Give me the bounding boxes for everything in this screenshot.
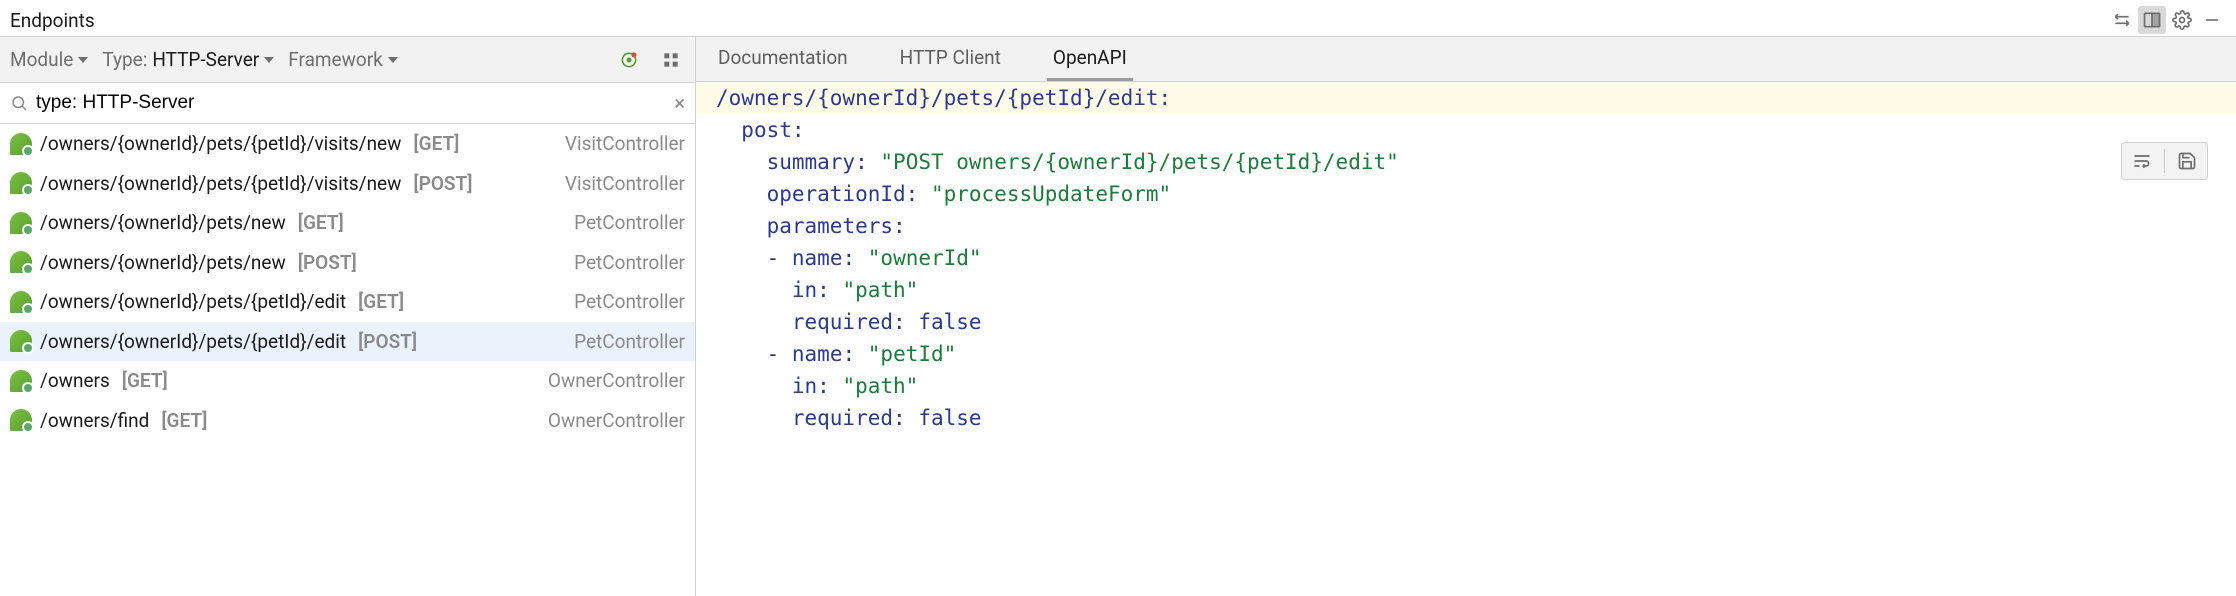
endpoint-controller: PetController [574, 211, 685, 234]
endpoint-path: /owners [40, 369, 110, 392]
endpoint-controller: PetController [574, 330, 685, 353]
type-value: HTTP-Server [152, 48, 259, 71]
clear-search-icon[interactable]: × [674, 91, 685, 115]
framework-dropdown[interactable]: Framework [288, 48, 398, 71]
endpoint-path: /owners/{ownerId}/pets/{petId}/edit [40, 290, 346, 313]
endpoint-controller: VisitController [565, 132, 685, 155]
search-bar: × [0, 82, 695, 124]
endpoint-controller: OwnerController [548, 369, 685, 392]
endpoint-row[interactable]: /owners/{ownerId}/pets/new [POST] PetContr… [0, 243, 695, 283]
endpoint-path: /owners/{ownerId}/pets/new [40, 211, 286, 234]
endpoint-row[interactable]: /owners/{ownerId}/pets/{petId}/edit [POST… [0, 322, 695, 362]
code-line: - name: "petId" [696, 338, 2236, 370]
detail-tabs: Documentation HTTP Client OpenAPI [696, 36, 2236, 82]
endpoint-icon [10, 212, 32, 234]
tab-openapi[interactable]: OpenAPI [1047, 37, 1133, 81]
run-target-icon[interactable] [615, 46, 643, 74]
endpoint-icon [10, 133, 32, 155]
code-line: post: [696, 114, 2236, 146]
endpoint-path: /owners/{ownerId}/pets/{petId}/visits/ne… [40, 172, 401, 195]
endpoint-row[interactable]: /owners/{ownerId}/pets/new [GET] PetContro… [0, 203, 695, 243]
code-line: required: false [696, 402, 2236, 434]
endpoint-icon [10, 330, 32, 352]
endpoint-path: /owners/find [40, 409, 149, 432]
right-pane: Documentation HTTP Client OpenAPI /owners/… [696, 36, 2236, 596]
code-line: /owners/{ownerId}/pets/{petId}/edit: [696, 82, 2236, 114]
endpoint-row[interactable]: /owners/{ownerId}/pets/{petId}/visits/ne… [0, 164, 695, 204]
endpoint-controller: PetController [574, 290, 685, 313]
module-label: Module [10, 48, 73, 71]
openapi-editor[interactable]: /owners/{ownerId}/pets/{petId}/edit: pos… [696, 82, 2236, 596]
code-line: in: "path" [696, 274, 2236, 306]
endpoint-path: /owners/{ownerId}/pets/{petId}/visits/ne… [40, 132, 401, 155]
endpoint-method: [POST] [358, 330, 417, 353]
gear-icon[interactable] [2168, 6, 2196, 34]
endpoint-row[interactable]: /owners/find [GET] OwnerController [0, 401, 695, 441]
code-line: parameters: [696, 210, 2236, 242]
minimize-icon[interactable] [2198, 6, 2226, 34]
endpoint-list: /owners/{ownerId}/pets/{petId}/visits/ne… [0, 124, 695, 596]
panel-title: Endpoints [10, 9, 95, 32]
endpoint-method: [GET] [413, 132, 459, 155]
endpoint-method: [POST] [413, 172, 472, 195]
endpoint-controller: PetController [574, 251, 685, 274]
tab-documentation[interactable]: Documentation [712, 37, 854, 81]
endpoint-method: [GET] [161, 409, 207, 432]
tab-http-client[interactable]: HTTP Client [894, 37, 1007, 81]
chevron-down-icon [264, 57, 274, 63]
search-input[interactable] [36, 92, 666, 114]
endpoint-method: [GET] [298, 211, 344, 234]
chevron-down-icon [78, 57, 88, 63]
endpoint-method: [POST] [298, 251, 357, 274]
type-label: Type: [102, 48, 147, 71]
module-dropdown[interactable]: Module [10, 48, 88, 71]
type-dropdown[interactable]: Type: HTTP-Server [102, 48, 274, 71]
endpoint-icon [10, 251, 32, 273]
endpoint-path: /owners/{ownerId}/pets/{petId}/edit [40, 330, 346, 353]
panel-titlebar: Endpoints [0, 0, 2236, 36]
endpoint-row[interactable]: /owners/{ownerId}/pets/{petId}/visits/ne… [0, 124, 695, 164]
chevron-down-icon [388, 57, 398, 63]
main-layout: Module Type: HTTP-Server Framework [0, 36, 2236, 596]
endpoint-row[interactable]: /owners/{ownerId}/pets/{petId}/edit [GET]… [0, 282, 695, 322]
split-view-icon[interactable] [2138, 6, 2166, 34]
grid-icon[interactable] [657, 46, 685, 74]
left-pane: Module Type: HTTP-Server Framework [0, 36, 696, 596]
endpoint-icon [10, 291, 32, 313]
code-line: in: "path" [696, 370, 2236, 402]
endpoint-method: [GET] [122, 369, 168, 392]
endpoint-icon [10, 409, 32, 431]
code-line: required: false [696, 306, 2236, 338]
framework-label: Framework [288, 48, 383, 71]
endpoint-icon [10, 370, 32, 392]
code-line: - name: "ownerId" [696, 242, 2236, 274]
titlebar-actions [2108, 6, 2226, 34]
endpoint-controller: VisitController [565, 172, 685, 195]
endpoint-row[interactable]: /owners [GET] OwnerController [0, 361, 695, 401]
endpoint-icon [10, 172, 32, 194]
endpoint-method: [GET] [358, 290, 404, 313]
endpoint-path: /owners/{ownerId}/pets/new [40, 251, 286, 274]
code-line: operationId: "processUpdateForm" [696, 178, 2236, 210]
filter-toolbar: Module Type: HTTP-Server Framework [0, 36, 695, 82]
code-line: summary: "POST owners/{ownerId}/pets/{pe… [696, 146, 2236, 178]
endpoint-controller: OwnerController [548, 409, 685, 432]
expand-icon[interactable] [2108, 6, 2136, 34]
search-icon [10, 94, 28, 112]
